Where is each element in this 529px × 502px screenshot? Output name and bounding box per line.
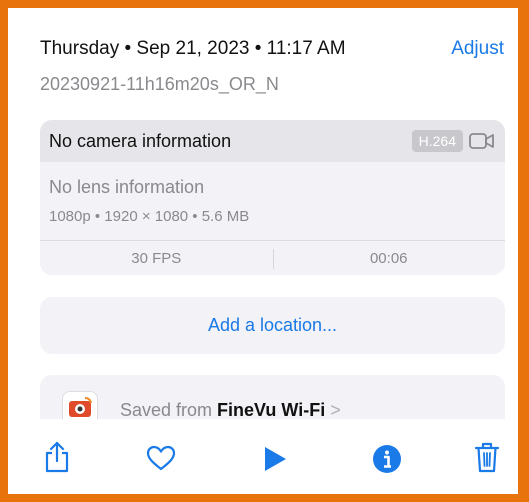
info-icon[interactable] [372,444,402,479]
add-location-button[interactable]: Add a location... [40,297,505,354]
bottom-toolbar [8,419,518,494]
saved-from-text: Saved from FineVu Wi-Fi > [120,400,341,421]
codec-badge: H.264 [411,130,463,152]
capture-datetime: Thursday • Sep 21, 2023 • 11:17 AM [40,38,346,59]
play-icon[interactable] [263,446,287,477]
lens-info: No lens information [49,177,205,197]
add-location-label: Add a location... [207,315,338,335]
share-icon[interactable] [44,441,70,478]
video-duration: 00:06 [369,250,408,267]
trash-icon[interactable] [474,441,500,478]
adjust-button[interactable]: Adjust [451,38,504,60]
camera-info-header: No camera information H.264 [40,120,505,162]
camera-info-card: No camera information H.264 No lens info… [40,120,505,275]
camera-title: No camera information [49,131,232,151]
source-app-name: FineVu Wi-Fi [217,400,326,420]
file-name: 20230921-11h16m20s_OR_N [40,74,279,94]
video-camera-icon [469,131,495,156]
camera-info-footer: 30 FPS 00:06 [40,240,505,276]
photo-info-panel: Thursday • Sep 21, 2023 • 11:17 AM Adjus… [8,8,518,494]
video-specs: 1080p • 1920 × 1080 • 5.6 MB [49,208,250,225]
frame-rate: 30 FPS [131,250,182,267]
saved-from-prefix: Saved from [120,400,218,420]
heart-icon[interactable] [146,445,176,476]
chevron-right-icon: > [330,400,341,420]
